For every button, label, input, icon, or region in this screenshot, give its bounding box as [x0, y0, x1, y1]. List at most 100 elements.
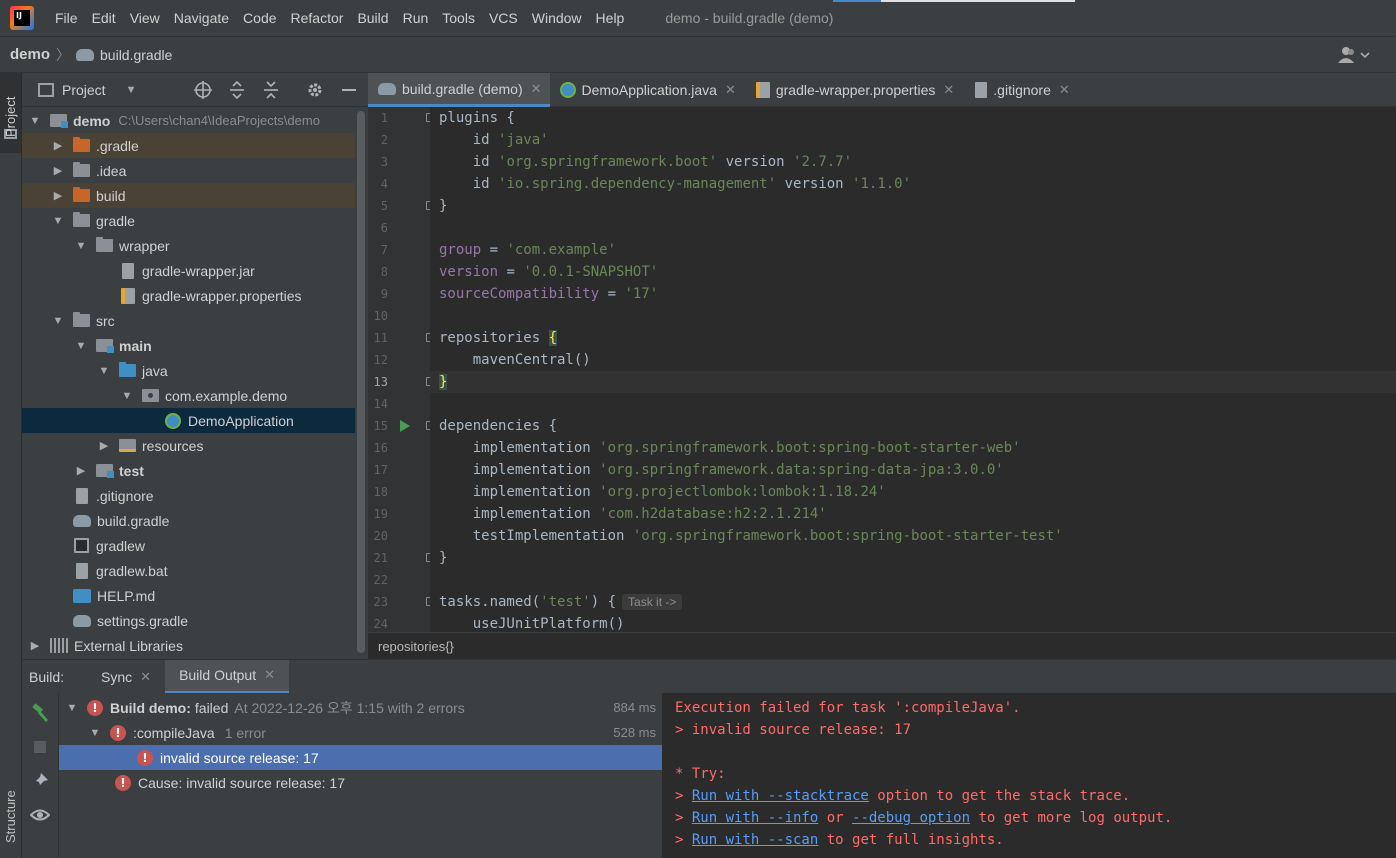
- menu-view[interactable]: View: [123, 0, 167, 36]
- tree-item-gradle-wrapper-properties[interactable]: gradle-wrapper.properties: [22, 283, 355, 308]
- locate-icon[interactable]: [194, 81, 212, 99]
- expand-all-icon[interactable]: [228, 81, 246, 99]
- project-view-title[interactable]: Project: [62, 82, 106, 98]
- code-editor[interactable]: plugins { id 'java' id 'org.springframew…: [430, 107, 1396, 632]
- tree-item-gitignore[interactable]: .gitignore: [22, 483, 355, 508]
- build-row-error[interactable]: ! invalid source release: 17: [59, 745, 662, 770]
- tree-item-gradle-cache[interactable]: ▶ .gradle: [22, 133, 355, 158]
- navigation-bar: demo 〉 build.gradle: [0, 36, 1396, 110]
- menu-vcs[interactable]: VCS: [482, 0, 525, 36]
- chevron-down-icon[interactable]: ▼: [74, 240, 88, 252]
- menu-help[interactable]: Help: [589, 0, 632, 36]
- chevron-down-icon[interactable]: ▼: [97, 365, 111, 377]
- close-icon[interactable]: ✕: [531, 81, 542, 97]
- tab-build-output[interactable]: Build Output ✕: [165, 659, 290, 694]
- tree-item-demo-application[interactable]: DemoApplication: [22, 408, 355, 433]
- tree-item-test[interactable]: ▶ test: [22, 458, 355, 483]
- package-icon: [142, 389, 159, 402]
- tree-item-help-md[interactable]: HELP.md: [22, 583, 355, 608]
- chevron-down-icon[interactable]: ▼: [126, 84, 137, 96]
- tree-item-label: .idea: [96, 162, 127, 179]
- chevron-down-icon[interactable]: ▼: [88, 727, 102, 739]
- chevron-right-icon[interactable]: ▶: [97, 439, 111, 452]
- tree-item-build[interactable]: ▶ build: [22, 183, 355, 208]
- scan-link[interactable]: Run with --scan: [692, 832, 818, 848]
- tree-item-settings-gradle[interactable]: settings.gradle: [22, 608, 355, 633]
- stacktrace-link[interactable]: Run with --stacktrace: [692, 788, 869, 804]
- build-row-compile-java[interactable]: ▼ ! :compileJava 1 error 528 ms: [59, 720, 662, 745]
- tab-demo-application[interactable]: DemoApplication.java ✕: [550, 73, 744, 107]
- chevron-right-icon[interactable]: ▶: [51, 189, 65, 202]
- tree-item-label: build.gradle: [97, 512, 170, 529]
- chevron-down-icon[interactable]: ▼: [74, 340, 88, 352]
- tree-item-gradle[interactable]: ▼ gradle: [22, 208, 355, 233]
- jar-file-icon: [122, 262, 134, 279]
- menu-code[interactable]: Code: [236, 0, 283, 36]
- menu-window[interactable]: Window: [525, 0, 589, 36]
- tab-gradle-wrapper-properties[interactable]: gradle-wrapper.properties ✕: [744, 73, 962, 107]
- run-icon[interactable]: [400, 420, 410, 432]
- stop-icon[interactable]: [30, 737, 50, 757]
- tab-gitignore[interactable]: .gitignore ✕: [962, 73, 1078, 107]
- debug-link[interactable]: --debug option: [852, 810, 970, 826]
- chevron-right-icon[interactable]: ▶: [74, 464, 88, 477]
- tree-item-demo[interactable]: ▼ demo C:\Users\chan4\IdeaProjects\demo: [22, 108, 355, 133]
- eye-icon[interactable]: [30, 805, 50, 825]
- close-icon[interactable]: ✕: [264, 667, 275, 683]
- menu-refactor[interactable]: Refactor: [284, 0, 351, 36]
- tree-item-gradle-wrapper-jar[interactable]: gradle-wrapper.jar: [22, 258, 355, 283]
- tree-item-java[interactable]: ▼ java: [22, 358, 355, 383]
- gear-icon[interactable]: [306, 81, 324, 99]
- info-link[interactable]: Run with --info: [692, 810, 818, 826]
- tree-item-external-libraries[interactable]: ▶ External Libraries: [22, 633, 355, 658]
- collapse-all-icon[interactable]: [262, 81, 280, 99]
- pin-icon[interactable]: [30, 771, 50, 791]
- tree-item-wrapper[interactable]: ▼ wrapper: [22, 233, 355, 258]
- tree-item-package[interactable]: ▼ com.example.demo: [22, 383, 355, 408]
- build-console-output[interactable]: Execution failed for task ':compileJava'…: [663, 693, 1396, 858]
- project-view-icon: [38, 82, 54, 97]
- tree-item-label: com.example.demo: [165, 387, 288, 404]
- menu-file[interactable]: File: [48, 0, 85, 36]
- tree-item-resources[interactable]: ▶ resources: [22, 433, 355, 458]
- line-number: 15: [373, 419, 388, 433]
- close-icon[interactable]: ✕: [943, 82, 954, 98]
- minimize-icon[interactable]: [340, 81, 358, 99]
- breadcrumb-project[interactable]: demo: [10, 46, 50, 63]
- chevron-down-icon[interactable]: ▼: [120, 390, 134, 402]
- chevron-down-icon[interactable]: ▼: [51, 315, 65, 327]
- close-icon[interactable]: ✕: [1059, 82, 1070, 98]
- tree-item-idea[interactable]: ▶ .idea: [22, 158, 355, 183]
- chevron-right-icon[interactable]: ▶: [28, 639, 42, 652]
- chevron-down-icon[interactable]: ▼: [65, 702, 79, 714]
- structure-tool-label[interactable]: Structure: [3, 790, 18, 843]
- chevron-down-icon[interactable]: ▼: [51, 215, 65, 227]
- tree-item-main[interactable]: ▼ main: [22, 333, 355, 358]
- menu-build[interactable]: Build: [350, 0, 395, 36]
- close-icon[interactable]: ✕: [140, 669, 151, 685]
- build-row-cause[interactable]: ! Cause: invalid source release: 17: [59, 770, 662, 795]
- gradle-icon: [76, 48, 95, 61]
- menu-tools[interactable]: Tools: [435, 0, 482, 36]
- tree-item-gradlew[interactable]: gradlew: [22, 533, 355, 558]
- build-row-root[interactable]: ▼ ! Build demo: failed At 2022-12-26 오후 …: [59, 695, 662, 720]
- tab-sync[interactable]: Sync ✕: [87, 660, 165, 694]
- tree-item-build-gradle[interactable]: build.gradle: [22, 508, 355, 533]
- line-number: 12: [373, 353, 388, 367]
- user-icon[interactable]: [1337, 46, 1371, 64]
- project-tool-button[interactable]: Project: [0, 73, 21, 153]
- chevron-right-icon[interactable]: ▶: [51, 139, 65, 152]
- tree-item-src[interactable]: ▼ src: [22, 308, 355, 333]
- editor-breadcrumb[interactable]: repositories{}: [368, 632, 1396, 659]
- tree-item-gradlew-bat[interactable]: gradlew.bat: [22, 558, 355, 583]
- chevron-right-icon[interactable]: ▶: [51, 164, 65, 177]
- menu-navigate[interactable]: Navigate: [167, 0, 236, 36]
- chevron-down-icon[interactable]: ▼: [28, 115, 42, 127]
- hammer-icon[interactable]: [30, 703, 50, 723]
- tab-build-gradle[interactable]: build.gradle (demo) ✕: [368, 73, 550, 107]
- breadcrumb-file[interactable]: build.gradle: [100, 47, 172, 63]
- menu-run[interactable]: Run: [396, 0, 436, 36]
- close-icon[interactable]: ✕: [725, 82, 736, 98]
- menu-edit[interactable]: Edit: [85, 0, 123, 36]
- tree-scrollbar[interactable]: [355, 107, 368, 659]
